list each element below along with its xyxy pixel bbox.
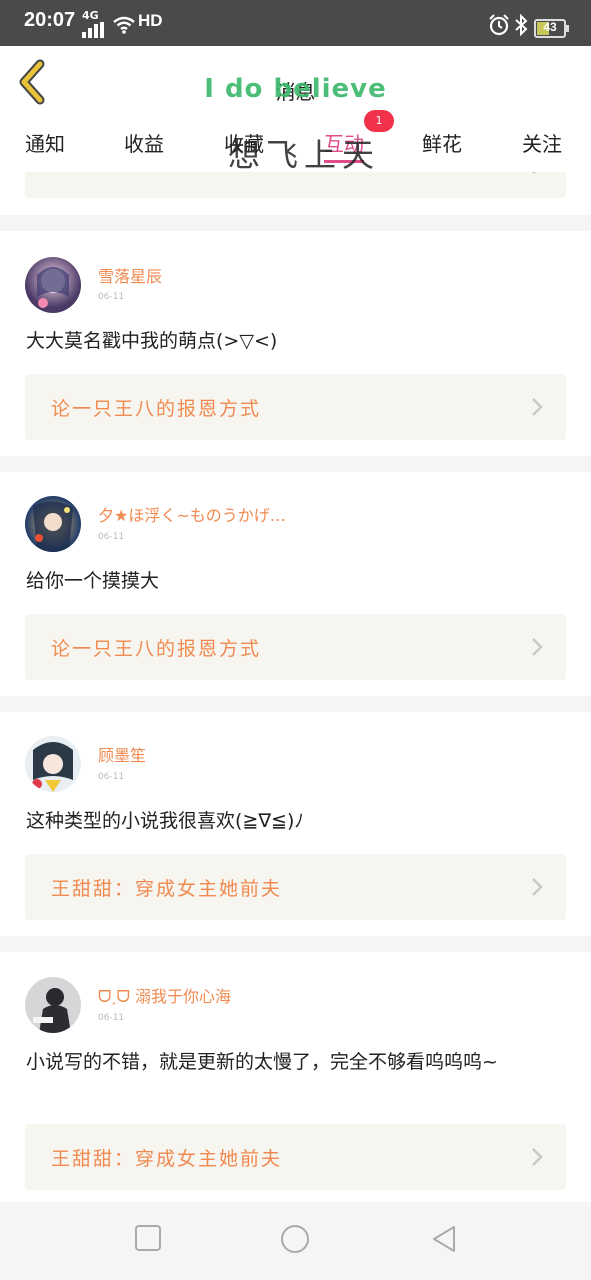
list-item: 雪落星辰 06-11 大大莫名戳中我的萌点(>▽<) 论一只王八的报恩方式 xyxy=(0,231,591,456)
overlay-handwriting-text: 想飞上天 xyxy=(228,136,381,174)
comment-date: 06-11 xyxy=(98,1013,125,1023)
overlay-decoration-text: I do believe xyxy=(204,74,387,104)
recent-apps-button[interactable] xyxy=(134,1224,162,1252)
chevron-right-icon xyxy=(532,638,543,656)
username[interactable]: 顾墨笙 xyxy=(98,742,146,766)
list-item: 顾墨笙 06-11 这种类型的小说我很喜欢(≧∇≦)ﾉ 王甜甜：穿成女主她前夫 xyxy=(0,712,591,936)
tab-notifications[interactable]: 通知 xyxy=(25,128,65,157)
unread-badge: 1 xyxy=(364,110,394,132)
avatar[interactable] xyxy=(25,257,81,313)
chevron-right-icon xyxy=(532,878,543,896)
username[interactable]: ᗜ˰ᗜ 溺我于你心海 xyxy=(98,983,231,1007)
novel-link[interactable]: 王甜甜：穿成女主她前夫 xyxy=(25,854,566,920)
avatar[interactable] xyxy=(25,977,81,1033)
alarm-icon xyxy=(489,14,509,36)
back-button[interactable] xyxy=(430,1224,458,1254)
list-item: ᗜ˰ᗜ 溺我于你心海 06-11 小说写的不错，就是更新的太慢了，完全不够看呜呜… xyxy=(0,952,591,1202)
hd-indicator: HD xyxy=(138,11,163,30)
avatar[interactable] xyxy=(25,496,81,552)
chevron-right-icon xyxy=(532,398,543,416)
comment-date: 06-11 xyxy=(98,532,125,542)
avatar[interactable] xyxy=(25,736,81,792)
novel-link[interactable]: 王甜甜：穿成女主她前夫 xyxy=(25,1124,566,1190)
novel-link-partial[interactable] xyxy=(25,172,566,198)
home-button[interactable] xyxy=(280,1224,310,1254)
bluetooth-icon xyxy=(515,14,528,36)
clock: 20:07 xyxy=(24,9,76,31)
comment-text: 给你一个摸摸大 xyxy=(26,570,160,592)
username[interactable]: 雪落星辰 xyxy=(98,263,162,287)
status-bar: 20:07 4G HD 43 xyxy=(0,0,591,46)
comment-date: 06-11 xyxy=(98,772,125,782)
comment-date: 06-11 xyxy=(98,292,125,302)
title-bar: 消息 I do believe xyxy=(0,46,591,120)
comment-text: 这种类型的小说我很喜欢(≧∇≦)ﾉ xyxy=(26,810,304,832)
chevron-right-icon xyxy=(532,172,536,174)
novel-link-title: 王甜甜：穿成女主她前夫 xyxy=(51,1148,283,1170)
tab-flowers[interactable]: 鲜花 xyxy=(422,128,462,157)
novel-link-title: 王甜甜：穿成女主她前夫 xyxy=(51,878,283,900)
battery-level: 43 xyxy=(543,20,557,34)
list-item: 夕★ほ浮く~ものうかげ… 06-11 给你一个摸摸大 论一只王八的报恩方式 xyxy=(0,472,591,696)
wifi-icon xyxy=(113,16,135,34)
comment-text: 小说写的不错，就是更新的太慢了，完全不够看呜呜呜~ xyxy=(26,1051,498,1073)
novel-link[interactable]: 论一只王八的报恩方式 xyxy=(25,374,566,440)
message-list: 雪落星辰 06-11 大大莫名戳中我的萌点(>▽<) 论一只王八的报恩方式 夕★… xyxy=(0,172,591,1202)
network-type: 4G xyxy=(82,9,99,22)
system-navigation-bar xyxy=(0,1202,591,1280)
novel-link-title: 论一只王八的报恩方式 xyxy=(51,398,262,420)
username[interactable]: 夕★ほ浮く~ものうかげ… xyxy=(98,502,286,526)
tab-earnings[interactable]: 收益 xyxy=(124,128,164,157)
battery-icon: 43 xyxy=(534,19,569,38)
signal-icon xyxy=(82,22,104,38)
novel-link[interactable]: 论一只王八的报恩方式 xyxy=(25,614,566,680)
novel-link-title: 论一只王八的报恩方式 xyxy=(51,638,262,660)
chevron-right-icon xyxy=(532,1148,543,1166)
list-item xyxy=(0,172,591,215)
tab-follows[interactable]: 关注 xyxy=(522,128,562,157)
comment-text: 大大莫名戳中我的萌点(>▽<) xyxy=(26,330,278,352)
